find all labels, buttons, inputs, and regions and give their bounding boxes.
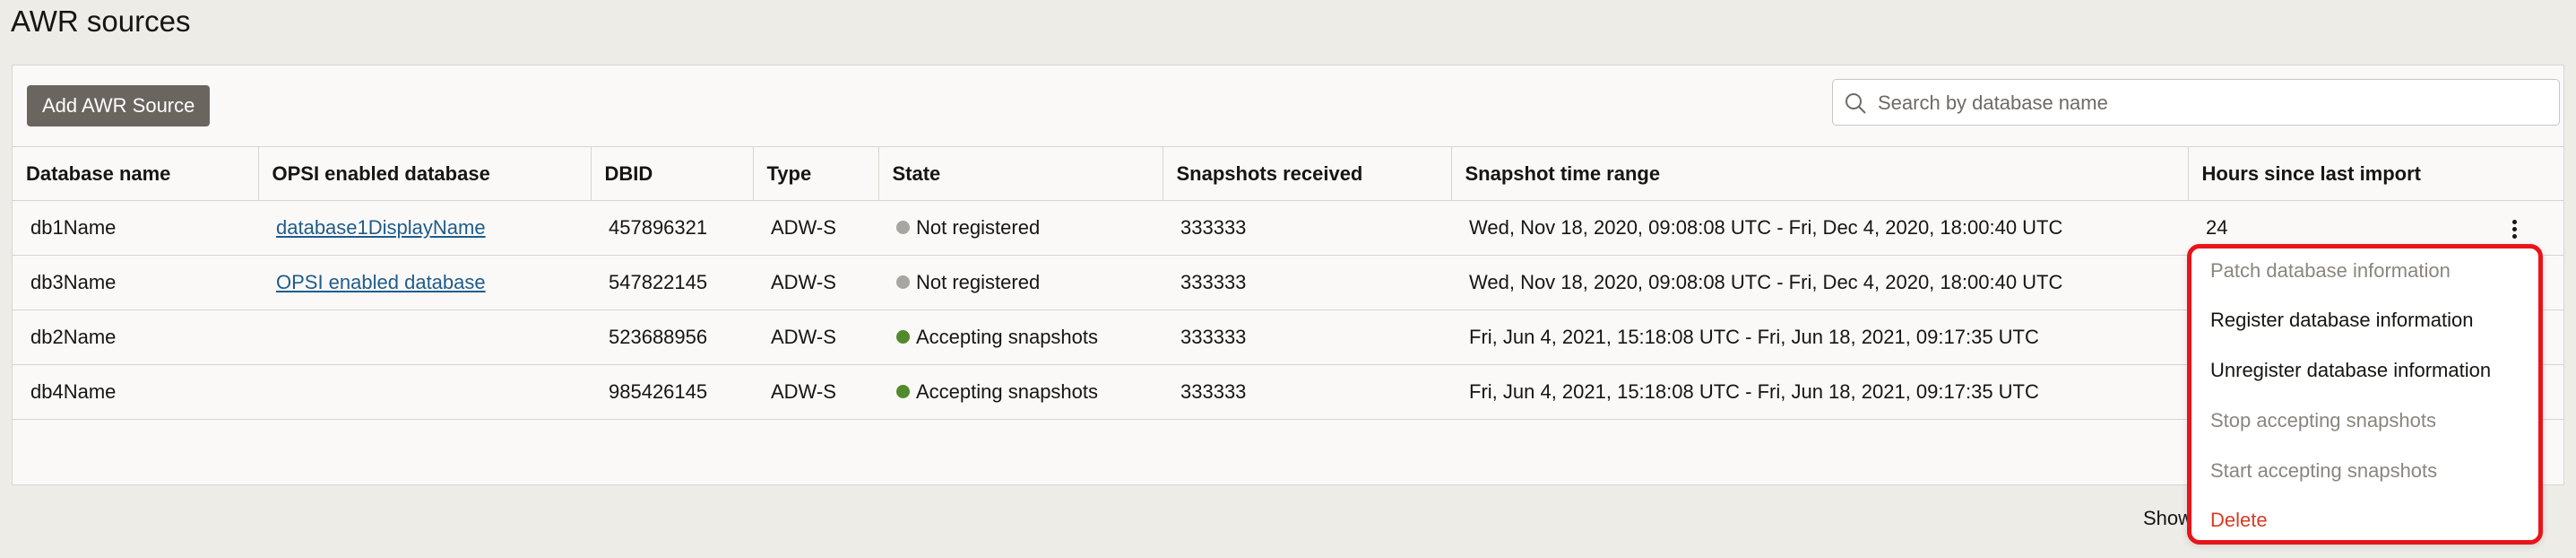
column-header-hours-since-last-import[interactable]: Hours since last import — [2188, 146, 2563, 201]
cell-snapshots-received: 333333 — [1163, 310, 1451, 365]
column-header-opsi-enabled-database[interactable]: OPSI enabled database — [258, 146, 592, 201]
menu-item-register-database-information[interactable]: Register database information — [2210, 309, 2474, 332]
table-row: db2Name 523688956 ADW-S Accepting snapsh… — [13, 310, 2563, 365]
opsi-database-link[interactable]: database1DisplayName — [276, 216, 486, 239]
add-awr-source-button[interactable]: Add AWR Source — [27, 85, 211, 126]
cell-type: ADW-S — [753, 310, 878, 365]
cell-snapshot-time-range: Fri, Jun 4, 2021, 15:18:08 UTC - Fri, Ju… — [1451, 364, 2188, 420]
cell-snapshot-time-range: Wed, Nov 18, 2020, 09:08:08 UTC - Fri, D… — [1451, 255, 2188, 310]
row-actions-menu: Patch database information Register data… — [2187, 244, 2543, 545]
state-label: Not registered — [916, 216, 1041, 239]
table-header-row: Database name OPSI enabled database DBID… — [13, 146, 2563, 201]
cell-snapshots-received: 333333 — [1163, 364, 1451, 420]
column-header-type[interactable]: Type — [753, 146, 879, 201]
cell-opsi-enabled-database — [258, 310, 591, 365]
awr-sources-table: Database name OPSI enabled database DBID… — [13, 146, 2563, 420]
table-row: db3Name OPSI enabled database 547822145 … — [13, 255, 2563, 310]
cell-opsi-enabled-database — [258, 364, 591, 420]
cell-type: ADW-S — [753, 364, 878, 420]
table-row: db1Name database1DisplayName 457896321 A… — [13, 200, 2563, 256]
toolbar: Add AWR Source — [13, 65, 2563, 146]
column-header-database-name[interactable]: Database name — [13, 146, 259, 201]
cell-state: Not registered — [878, 200, 1163, 256]
page-title: AWR sources — [11, 4, 191, 38]
menu-item-unregister-database-information[interactable]: Unregister database information — [2210, 359, 2491, 382]
search-icon — [1846, 93, 1866, 114]
menu-item-delete[interactable]: Delete — [2210, 509, 2268, 532]
menu-item-stop-accepting-snapshots[interactable]: Stop accepting snapshots — [2210, 409, 2436, 432]
cell-state: Accepting snapshots — [878, 364, 1163, 420]
search-field[interactable] — [1832, 79, 2560, 126]
column-header-state[interactable]: State — [878, 146, 1163, 201]
cell-snapshots-received: 333333 — [1163, 255, 1451, 310]
table-row: db4Name 985426145 ADW-S Accepting snapsh… — [13, 364, 2563, 420]
status-dot-icon — [896, 329, 910, 344]
cell-dbid: 457896321 — [591, 200, 753, 256]
cell-database-name: db2Name — [13, 310, 258, 365]
cell-snapshot-time-range: Wed, Nov 18, 2020, 09:08:08 UTC - Fri, D… — [1451, 200, 2188, 256]
awr-sources-panel: Add AWR Source Database name OPSI enable… — [12, 65, 2564, 529]
cell-database-name: db1Name — [13, 200, 258, 256]
state-label: Accepting snapshots — [916, 380, 1099, 403]
search-input[interactable] — [1876, 80, 2552, 126]
column-header-snapshot-time-range[interactable]: Snapshot time range — [1451, 146, 2189, 201]
cell-database-name: db4Name — [13, 364, 258, 420]
kebab-menu-icon[interactable] — [2509, 220, 2520, 243]
opsi-database-link[interactable]: OPSI enabled database — [276, 271, 486, 293]
column-header-snapshots-received[interactable]: Snapshots received — [1163, 146, 1452, 201]
cell-database-name: db3Name — [13, 255, 258, 310]
status-dot-icon — [896, 384, 910, 398]
cell-type: ADW-S — [753, 200, 878, 256]
cell-state: Not registered — [878, 255, 1163, 310]
status-dot-icon — [896, 275, 910, 289]
cell-opsi-enabled-database: database1DisplayName — [258, 200, 591, 256]
cell-snapshot-time-range: Fri, Jun 4, 2021, 15:18:08 UTC - Fri, Ju… — [1451, 310, 2188, 365]
status-dot-icon — [896, 220, 910, 234]
column-header-dbid[interactable]: DBID — [591, 146, 754, 201]
cell-dbid: 547822145 — [591, 255, 753, 310]
menu-item-start-accepting-snapshots[interactable]: Start accepting snapshots — [2210, 459, 2437, 483]
state-label: Not registered — [916, 271, 1041, 293]
cell-type: ADW-S — [753, 255, 878, 310]
cell-state: Accepting snapshots — [878, 310, 1163, 365]
state-label: Accepting snapshots — [916, 326, 1099, 348]
cell-snapshots-received: 333333 — [1163, 200, 1451, 256]
cell-dbid: 985426145 — [591, 364, 753, 420]
cell-opsi-enabled-database: OPSI enabled database — [258, 255, 591, 310]
menu-item-patch-database-information[interactable]: Patch database information — [2210, 259, 2451, 283]
cell-dbid: 523688956 — [591, 310, 753, 365]
